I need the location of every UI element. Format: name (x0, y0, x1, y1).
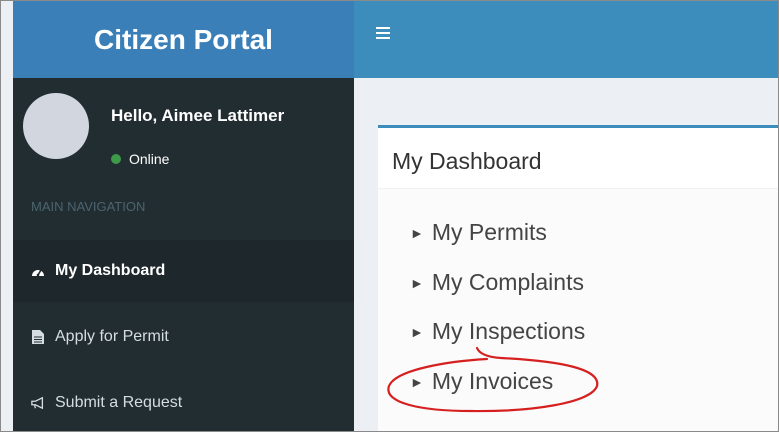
hamburger-menu-icon[interactable] (376, 27, 390, 39)
triangle-right-icon: ► (410, 374, 424, 390)
box-header: My Dashboard (378, 128, 778, 189)
sidebar-item-label: Submit a Request (55, 394, 183, 411)
top-navbar (354, 1, 778, 78)
link-label: My Permits (431, 219, 547, 245)
user-panel: Hello, Aimee Lattimer Online (13, 78, 354, 188)
avatar (23, 93, 89, 159)
box-title: My Dashboard (392, 148, 542, 174)
triangle-right-icon: ► (410, 324, 424, 340)
triangle-right-icon: ► (410, 275, 424, 291)
user-greeting: Hello, Aimee Lattimer (111, 106, 285, 125)
app-logo[interactable]: Citizen Portal (13, 1, 354, 78)
sidebar-item-apply-for-permit[interactable]: Apply for Permit (13, 306, 354, 368)
user-status: Online (111, 151, 169, 167)
link-my-inspections[interactable]: ► My Inspections (410, 318, 585, 345)
triangle-right-icon: ► (410, 225, 424, 241)
nav-header: MAIN NAVIGATION (31, 199, 146, 214)
link-label: My Invoices (431, 368, 554, 394)
sidebar: Hello, Aimee Lattimer Online MAIN NAVIGA… (13, 78, 354, 431)
sidebar-item-my-dashboard[interactable]: My Dashboard (13, 240, 354, 302)
online-status-icon (111, 154, 121, 164)
sidebar-item-submit-a-request[interactable]: Submit a Request (13, 372, 354, 431)
dashboard-icon (31, 264, 45, 278)
user-status-label: Online (129, 151, 170, 167)
main-content: My Dashboard ► My Permits ► My Complaints … (354, 78, 778, 431)
app-window: Citizen Portal Hello, Aimee Lattimer Onl… (0, 0, 779, 432)
sidebar-item-label: Apply for Permit (55, 328, 169, 345)
box-body: ► My Permits ► My Complaints ► My Inspectio… (378, 189, 778, 431)
link-my-invoices[interactable]: ► My Invoices (410, 368, 553, 395)
link-label: My Complaints (431, 269, 584, 295)
dashboard-box: My Dashboard ► My Permits ► My Complaints … (378, 125, 778, 431)
link-my-complaints[interactable]: ► My Complaints (410, 269, 584, 296)
document-icon (31, 330, 45, 344)
app-title: Citizen Portal (94, 23, 273, 55)
link-my-permits[interactable]: ► My Permits (410, 219, 547, 246)
link-label: My Inspections (431, 318, 586, 344)
megaphone-icon (31, 396, 45, 410)
sidebar-item-label: My Dashboard (55, 262, 166, 279)
